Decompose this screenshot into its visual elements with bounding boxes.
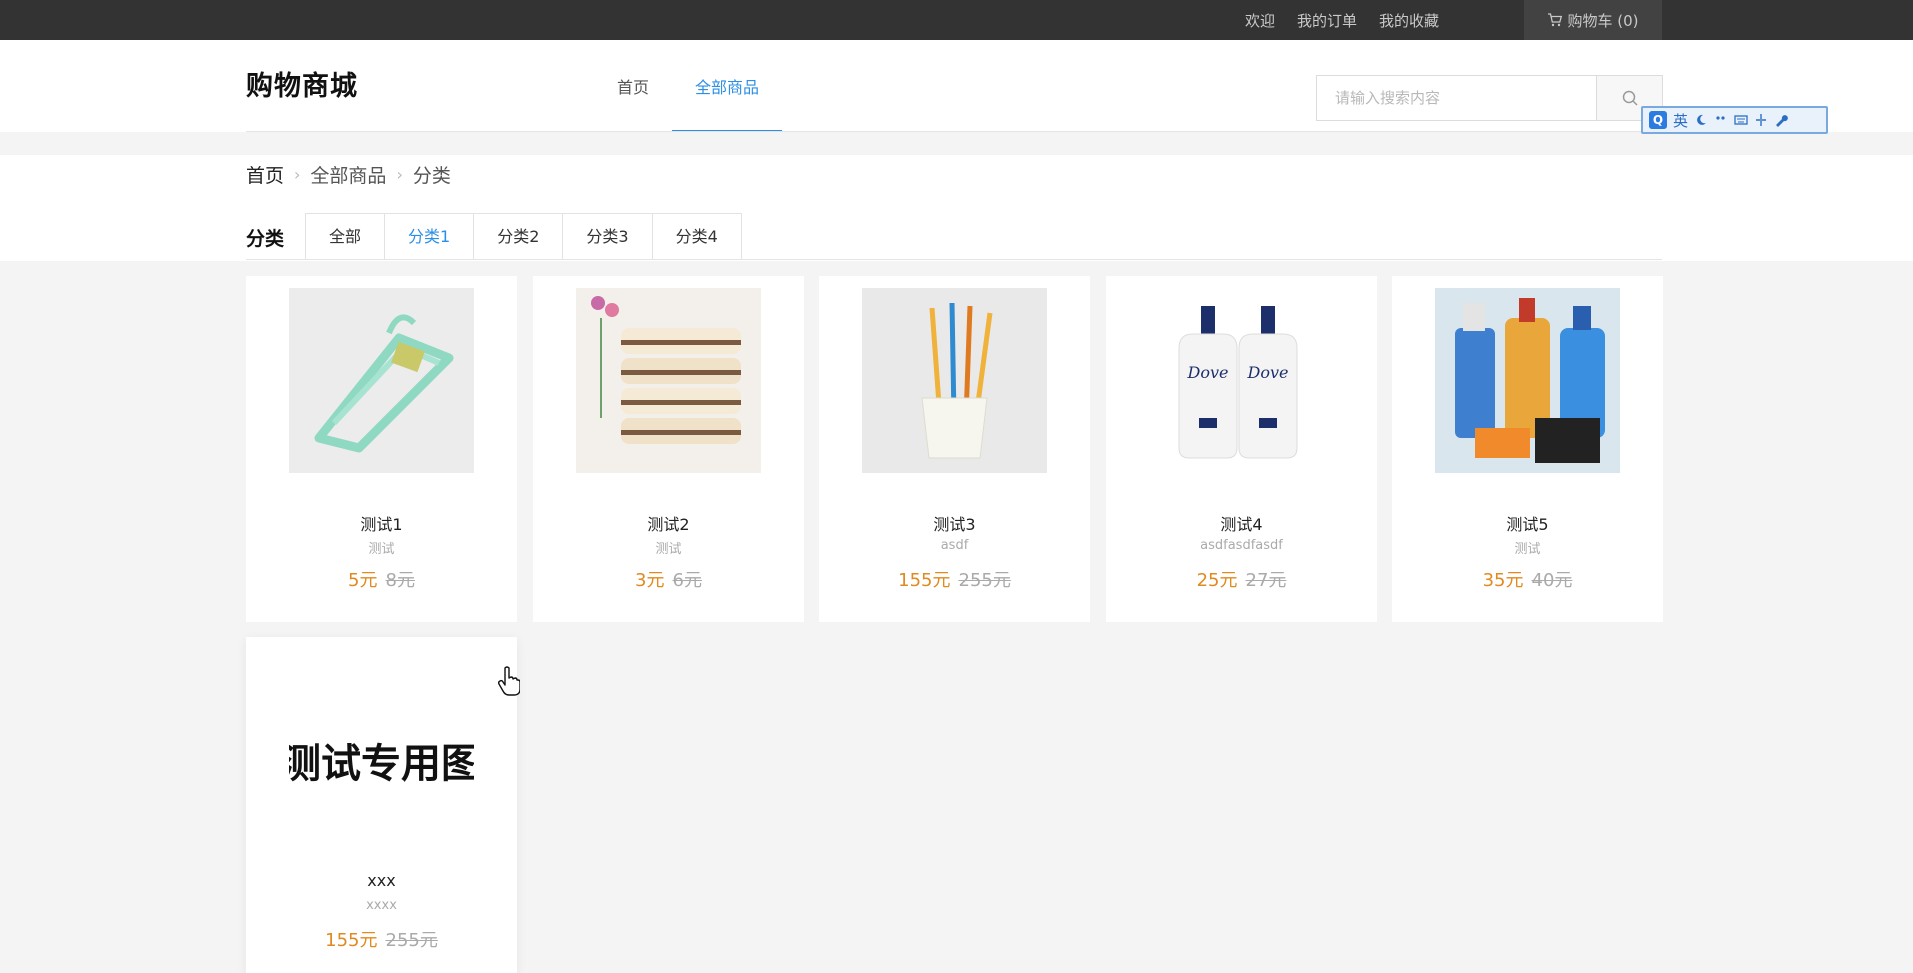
site-logo[interactable]: 购物商城	[246, 64, 358, 103]
svg-text:Dove: Dove	[1187, 363, 1229, 382]
hand-cursor-icon	[498, 666, 520, 696]
welcome-link[interactable]: 欢迎	[1245, 10, 1275, 31]
current-price: 3元	[635, 570, 665, 591]
product-price: 35元 40元	[1392, 566, 1663, 592]
header-divider	[246, 131, 1662, 132]
product-image-towels[interactable]	[576, 288, 761, 473]
product-desc: asdfasdfasdf	[1200, 538, 1283, 553]
product-image-toothbrushes[interactable]	[862, 288, 1047, 473]
product-image-hanger[interactable]	[289, 288, 474, 473]
product-card[interactable]: 测试3 asdf 155元 255元	[819, 276, 1090, 622]
original-price: 255元	[385, 930, 438, 951]
breadcrumb-category: 分类	[412, 165, 451, 187]
ime-logo-icon: Q	[1649, 111, 1667, 129]
current-price: 35元	[1482, 570, 1524, 591]
current-price: 155元	[325, 930, 378, 951]
product-desc: asdf	[940, 538, 969, 553]
product-name[interactable]: 测试5	[1392, 511, 1663, 535]
current-price: 5元	[348, 570, 378, 591]
svg-text:Dove: Dove	[1247, 363, 1289, 382]
punctuation-icon[interactable]	[1714, 113, 1728, 127]
original-price: 27元	[1245, 570, 1287, 591]
category-area: 首页 › 全部商品 › 分类 分类 全部 分类1 分类2 分类3 分类4	[0, 155, 1913, 261]
current-price: 25元	[1196, 570, 1238, 591]
product-image-dove-bottles[interactable]: Dove Dove	[1149, 288, 1334, 473]
product-image-test-text[interactable]: 测试专用图	[289, 677, 474, 862]
original-price: 8元	[385, 570, 415, 591]
product-card[interactable]: 测试专用图 xxx xxxx 155元 255元	[246, 637, 517, 973]
product-price: 155元 255元	[819, 566, 1090, 592]
nav-home[interactable]: 首页	[594, 40, 672, 132]
chevron-right-icon: ›	[294, 165, 301, 184]
tab-category-2[interactable]: 分类2	[474, 214, 564, 260]
product-card[interactable]: Dove Dove 测试4 asdfasdfasdf 25元 27元	[1106, 276, 1377, 622]
ime-toolbar[interactable]: Q 英	[1641, 106, 1828, 134]
category-divider	[246, 259, 1662, 260]
product-desc: 测试	[368, 542, 395, 557]
category-tabs: 全部 分类1 分类2 分类3 分类4	[305, 213, 742, 260]
product-name[interactable]: 测试1	[246, 511, 517, 535]
product-name[interactable]: 测试4	[1106, 511, 1377, 535]
product-desc: xxxx	[366, 898, 397, 913]
product-price: 155元 255元	[246, 926, 517, 952]
chevron-right-icon: ›	[396, 165, 403, 184]
product-name[interactable]: xxx	[246, 871, 517, 890]
category-label: 分类	[246, 228, 285, 250]
search-input[interactable]	[1317, 76, 1596, 120]
breadcrumb: 首页 › 全部商品 › 分类	[246, 161, 451, 188]
my-favorites-link[interactable]: 我的收藏	[1379, 10, 1439, 31]
product-card[interactable]: 测试5 测试 35元 40元	[1392, 276, 1663, 622]
wrench-icon[interactable]	[1774, 113, 1788, 127]
product-desc: 测试	[1514, 542, 1541, 557]
product-price: 5元 8元	[246, 566, 517, 592]
product-image-detergents[interactable]	[1435, 288, 1620, 473]
product-card[interactable]: 测试1 测试 5元 8元	[246, 276, 517, 622]
product-desc: 测试	[655, 542, 682, 557]
product-name[interactable]: 测试2	[533, 511, 804, 535]
tab-category-4[interactable]: 分类4	[652, 214, 742, 260]
cart-icon	[1548, 13, 1563, 27]
my-orders-link[interactable]: 我的订单	[1297, 10, 1357, 31]
top-links: 欢迎 我的订单 我的收藏	[1245, 0, 1439, 40]
product-card[interactable]: 测试2 测试 3元 6元	[533, 276, 804, 622]
original-price: 40元	[1531, 570, 1573, 591]
product-name[interactable]: 测试3	[819, 511, 1090, 535]
cart-button[interactable]: 购物车 (0)	[1524, 0, 1662, 40]
tab-all[interactable]: 全部	[306, 214, 386, 260]
split-icon[interactable]	[1754, 113, 1768, 127]
svg-text:测试专用图: 测试专用图	[289, 741, 474, 787]
tab-category-3[interactable]: 分类3	[563, 214, 653, 260]
search-icon	[1622, 90, 1638, 106]
cart-label: 购物车 (0)	[1567, 11, 1639, 30]
original-price: 255元	[958, 570, 1011, 591]
breadcrumb-all-products[interactable]: 全部商品	[310, 161, 386, 188]
top-bar: 欢迎 我的订单 我的收藏 购物车 (0)	[0, 0, 1913, 40]
product-price: 25元 27元	[1106, 566, 1377, 592]
tab-category-1[interactable]: 分类1	[385, 214, 475, 260]
current-price: 155元	[898, 570, 951, 591]
product-price: 3元 6元	[533, 566, 804, 592]
search-box	[1316, 75, 1663, 121]
breadcrumb-home[interactable]: 首页	[246, 161, 284, 188]
ime-lang-indicator[interactable]: 英	[1673, 110, 1688, 131]
original-price: 6元	[672, 570, 702, 591]
nav-all-products[interactable]: 全部商品	[672, 40, 783, 132]
keyboard-icon[interactable]	[1734, 113, 1748, 127]
main-nav: 首页 全部商品	[594, 40, 783, 132]
moon-icon[interactable]	[1694, 113, 1708, 127]
